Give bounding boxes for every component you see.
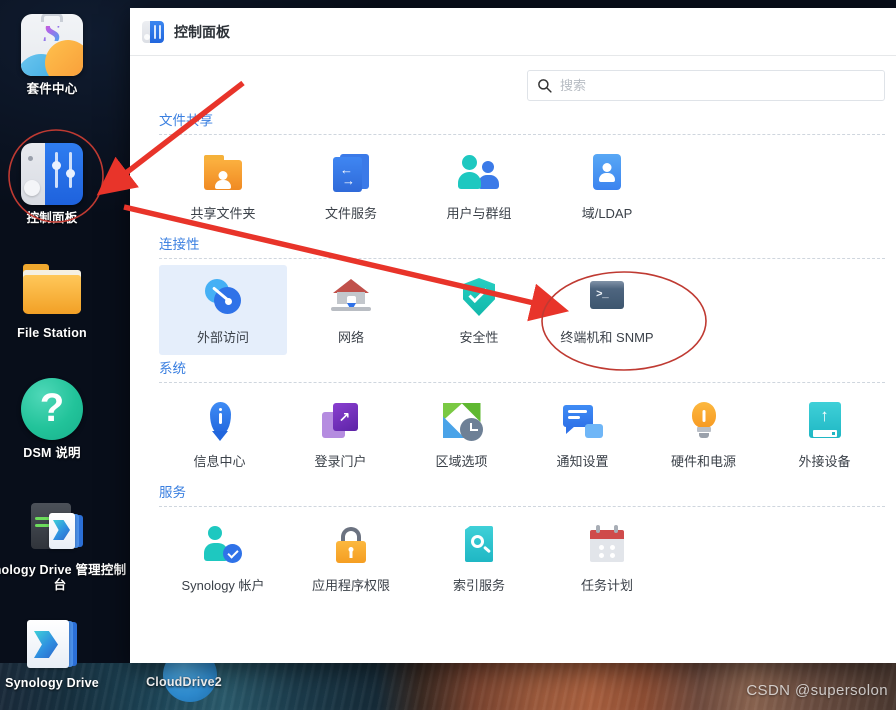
- window-title: 控制面板: [174, 23, 230, 40]
- tile-login-portal[interactable]: ↗ 登录门户: [280, 389, 401, 479]
- desktop-icon-label: nology Drive 管理控制台: [0, 563, 127, 592]
- control-panel-icon: [142, 20, 164, 43]
- tile-label: 终端机和 SNMP: [560, 330, 654, 345]
- network-house-icon: [329, 276, 373, 318]
- tile-external-access[interactable]: 外部访问: [159, 265, 287, 355]
- section-title: 文件共享: [159, 113, 213, 128]
- drive-icon: [27, 620, 77, 670]
- tile-notification[interactable]: 通知设置: [522, 389, 643, 479]
- tile-label: Synology 帐户: [181, 578, 265, 593]
- tile-label: 外接设备: [798, 454, 851, 469]
- desktop-icon-control-panel[interactable]: 控制面板: [0, 143, 112, 226]
- tile-label: 区域选项: [435, 454, 488, 469]
- section-system: 系统 信息中心 ↗ 登录门户 区域选项 通知设置 硬件和电源 ↑ 外接设备: [159, 357, 885, 479]
- tile-label: 索引服务: [452, 578, 505, 593]
- tile-label: 应用程序权限: [311, 578, 390, 593]
- desktop-icon-label: 套件中心: [26, 82, 78, 96]
- info-pin-icon: [198, 400, 242, 442]
- tile-info-center[interactable]: 信息中心: [159, 389, 280, 479]
- file-services-icon: ← →: [329, 152, 373, 194]
- tile-label: 域/LDAP: [581, 206, 633, 221]
- external-access-icon: [201, 276, 245, 318]
- tile-synology-account[interactable]: Synology 帐户: [159, 513, 287, 603]
- tile-app-privileges[interactable]: 应用程序权限: [287, 513, 415, 603]
- padlock-icon: [329, 524, 373, 566]
- tile-label: 安全性: [459, 330, 499, 345]
- tile-indexing-service[interactable]: 索引服务: [415, 513, 543, 603]
- tile-label: 文件服务: [324, 206, 377, 221]
- tile-shared-folder[interactable]: 共享文件夹: [159, 141, 287, 231]
- search-row: [130, 56, 896, 101]
- tile-label: 通知设置: [556, 454, 609, 469]
- tiles-row: Synology 帐户 应用程序权限 索引服务 任务计划: [159, 507, 885, 603]
- tile-task-scheduler[interactable]: 任务计划: [543, 513, 671, 603]
- notification-bubble-icon: [561, 400, 605, 442]
- tile-user-group[interactable]: 用户与群组: [415, 141, 543, 231]
- question-mark-icon: ?: [21, 378, 83, 440]
- tile-domain-ldap[interactable]: 域/LDAP: [543, 141, 671, 231]
- region-clock-icon: [440, 400, 484, 442]
- section-connectivity: 连接性 外部访问 网络 安全性 >_ 终端机和 SNMP: [159, 233, 885, 355]
- desktop-icon-label: File Station: [17, 326, 87, 340]
- tile-label: 用户与群组: [446, 206, 512, 221]
- section-title: 服务: [159, 485, 186, 500]
- tile-external-devices[interactable]: ↑ 外接设备: [764, 389, 885, 479]
- search-icon: [538, 79, 552, 93]
- magnifier-doc-icon: [457, 524, 501, 566]
- csdn-watermark: CSDN @supersolon: [746, 682, 888, 699]
- tile-label: 登录门户: [314, 454, 367, 469]
- tile-label: 硬件和电源: [670, 454, 736, 469]
- tile-label: 共享文件夹: [190, 206, 256, 221]
- tile-label: 信息中心: [193, 454, 246, 469]
- calendar-icon: [585, 524, 629, 566]
- tile-network[interactable]: 网络: [287, 265, 415, 355]
- tiles-row: 信息中心 ↗ 登录门户 区域选项 通知设置 硬件和电源 ↑ 外接设备: [159, 383, 885, 479]
- tile-file-services[interactable]: ← → 文件服务: [287, 141, 415, 231]
- tiles-row: 共享文件夹 ← → 文件服务 用户与群组 域/LDAP: [159, 135, 885, 231]
- search-input[interactable]: [560, 78, 875, 93]
- desktop-icon-file-station[interactable]: File Station: [0, 258, 112, 341]
- tile-terminal-snmp[interactable]: >_ 终端机和 SNMP: [543, 265, 671, 355]
- external-device-icon: ↑: [803, 400, 847, 442]
- id-card-icon: [585, 152, 629, 194]
- desktop-icon-dsm-help[interactable]: ? DSM 说明: [0, 378, 112, 461]
- control-panel-icon: [21, 143, 83, 205]
- nas-drive-icon: [29, 495, 91, 557]
- section-title: 系统: [159, 361, 186, 376]
- section-services: 服务 Synology 帐户 应用程序权限 索引服务 任务计划: [159, 481, 885, 603]
- tile-label: 任务计划: [580, 578, 633, 593]
- section-title: 连接性: [159, 237, 200, 252]
- tile-label: 网络: [337, 330, 364, 345]
- tile-hardware-power[interactable]: 硬件和电源: [643, 389, 764, 479]
- folder-icon: [21, 258, 83, 320]
- users-icon: [457, 152, 501, 194]
- desktop-icon-label: Synology Drive: [5, 676, 99, 690]
- desktop-icon-package-center[interactable]: S 套件中心: [0, 14, 112, 97]
- account-check-icon: [201, 524, 245, 566]
- portal-arrow-icon: ↗: [319, 400, 363, 442]
- control-panel-window: 控制面板 文件共享: [130, 8, 896, 663]
- window-titlebar: 控制面板: [130, 8, 896, 56]
- desktop-icon-clouddrive2[interactable]: CloudDrive2: [125, 675, 243, 690]
- shared-folder-icon: [201, 152, 245, 194]
- desktop-icon-label: CloudDrive2: [146, 675, 222, 689]
- sections-container: 文件共享 共享文件夹 ← → 文件服务 用户与群组 域/LDAP 连接性 外部访…: [130, 109, 896, 603]
- desktop-icon-synology-drive[interactable]: Synology Drive: [0, 620, 112, 691]
- lightbulb-icon: [682, 400, 726, 442]
- desktop-icon-label: 控制面板: [26, 211, 78, 225]
- panel-body: 文件共享 共享文件夹 ← →: [130, 56, 896, 663]
- tiles-row: 外部访问 网络 安全性 >_ 终端机和 SNMP: [159, 259, 885, 355]
- desktop-icon-label: DSM 说明: [23, 446, 81, 460]
- shield-check-icon: [457, 276, 501, 318]
- tile-label: 外部访问: [196, 330, 249, 345]
- package-center-icon: S: [21, 14, 83, 76]
- search-box[interactable]: [527, 70, 885, 101]
- tile-security[interactable]: 安全性: [415, 265, 543, 355]
- tile-regional-options[interactable]: 区域选项: [401, 389, 522, 479]
- section-file-sharing: 文件共享 共享文件夹 ← → 文件服务 用户与群组 域/LDAP: [159, 109, 885, 231]
- desktop-icon-drive-admin-console[interactable]: nology Drive 管理控制台: [0, 495, 128, 593]
- terminal-icon: >_: [585, 276, 629, 318]
